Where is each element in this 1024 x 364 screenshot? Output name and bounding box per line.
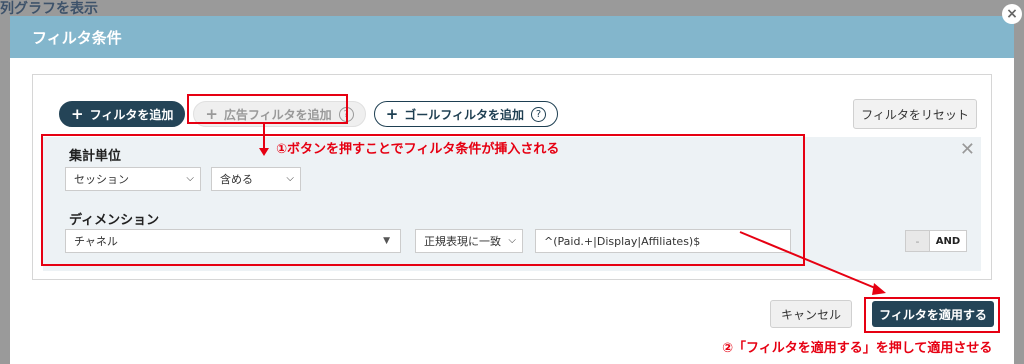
and-button-group: - AND xyxy=(905,230,967,252)
cancel-button[interactable]: キャンセル xyxy=(770,300,852,328)
close-modal-icon[interactable]: × xyxy=(1002,4,1022,24)
add-filter-button[interactable]: + フィルタを追加 xyxy=(59,101,186,127)
reset-filter-button[interactable]: フィルタをリセット xyxy=(853,99,977,129)
remove-condition-button[interactable]: - xyxy=(906,231,930,251)
add-filter-label: フィルタを追加 xyxy=(89,107,174,122)
plus-icon: + xyxy=(385,105,399,123)
annotation-note-2: ②「フィルタを適用する」を押して適用させる xyxy=(722,341,993,356)
and-button[interactable]: AND xyxy=(930,231,966,251)
add-goal-filter-label: ゴールフィルタを追加 xyxy=(404,107,525,122)
modal-header: フィルタ条件 xyxy=(10,16,1014,58)
annotation-box-apply xyxy=(864,297,1000,333)
plus-icon: + xyxy=(71,105,84,123)
help-icon[interactable]: ? xyxy=(531,106,547,122)
close-icon[interactable]: ✕ xyxy=(960,139,975,160)
modal-title: フィルタ条件 xyxy=(32,28,122,47)
annotation-note-1: ①ボタンを押すことでフィルタ条件が挿入される xyxy=(276,142,560,157)
annotation-box-ad-filter xyxy=(187,94,348,124)
add-goal-filter-button[interactable]: + ゴールフィルタを追加 ? xyxy=(373,101,559,127)
